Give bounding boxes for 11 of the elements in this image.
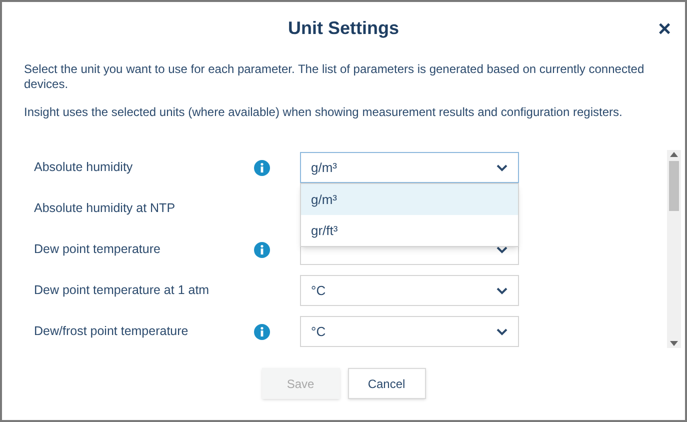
intro-text: Insight uses the selected units (where available) when showing measurement results and configuration registers. xyxy=(24,105,624,120)
dialog-title: Unit Settings xyxy=(288,16,399,40)
intro-text: Select the unit you want to use for each parameter. The list of parameters is generated based on currently connected devices. xyxy=(24,62,646,92)
parameter-label: Dew/frost point temperature xyxy=(34,323,190,340)
parameter-label: Dew point temperature at 1 atm xyxy=(34,282,210,300)
parameter-label: Absolute humidity xyxy=(34,159,134,176)
select-value: °C xyxy=(311,322,326,341)
parameter-label: Absolute humidity at NTP xyxy=(34,200,176,218)
select-value: °C xyxy=(311,282,326,300)
select-value: g/m³ xyxy=(311,158,337,177)
parameter-label: Dew point temperature xyxy=(34,241,162,258)
